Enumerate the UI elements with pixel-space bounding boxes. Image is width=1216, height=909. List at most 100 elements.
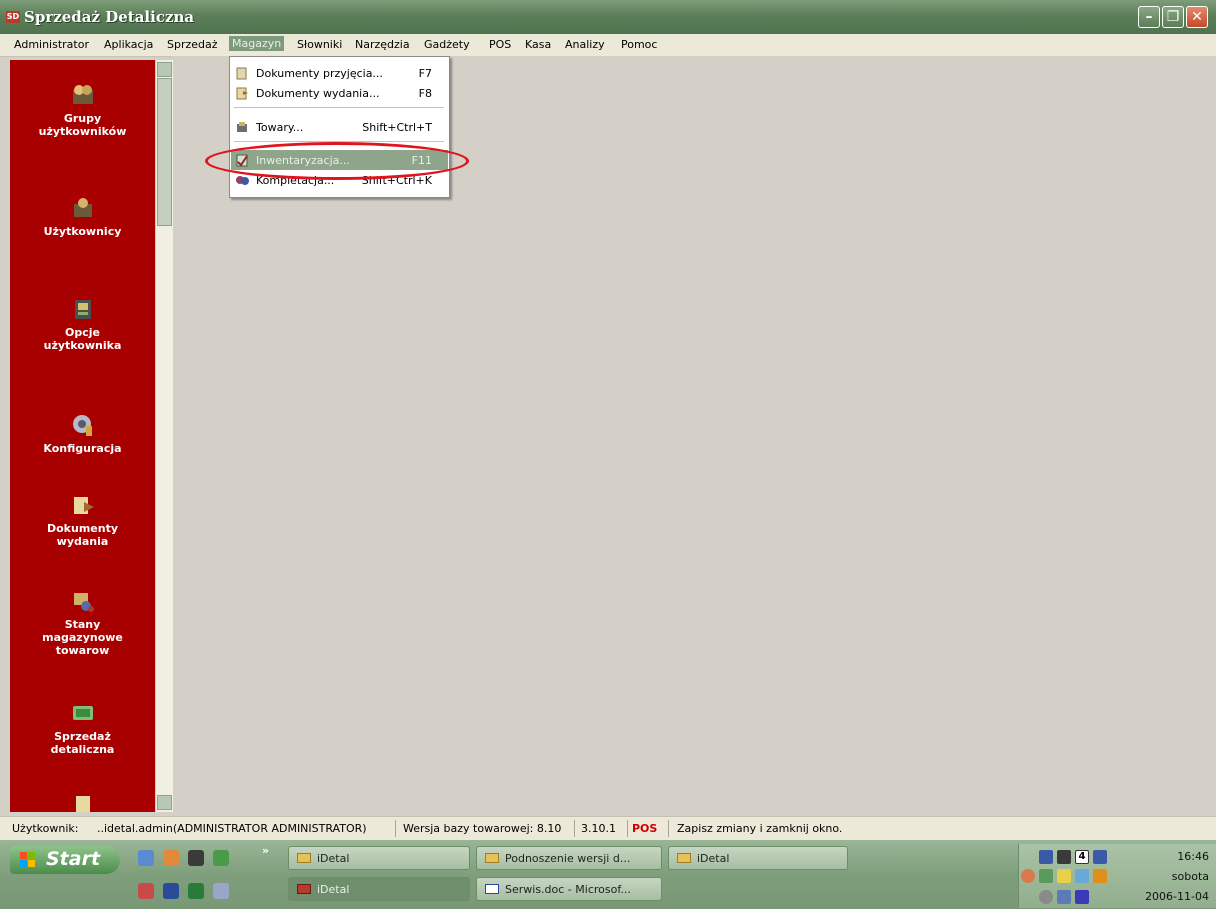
users-icon — [73, 198, 92, 217]
menu-magazyn[interactable]: Magazyn — [229, 36, 285, 51]
menu-item-towary[interactable]: Towary... Shift+Ctrl+T — [231, 117, 448, 137]
tray-shield-icon[interactable] — [1057, 869, 1071, 883]
task-button-idetal-folder-2[interactable]: iDetal — [668, 846, 848, 870]
sidebar-item-uzytkownicy[interactable]: Użytkownicy — [10, 195, 155, 238]
network-icon-2[interactable] — [1093, 850, 1107, 864]
sidebar-item-label: użytkownika — [43, 339, 122, 352]
tray-collapse-icon[interactable] — [1021, 869, 1035, 883]
menu-pos[interactable]: POS — [489, 38, 511, 51]
maximize-button[interactable]: ❐ — [1162, 6, 1184, 28]
sidebar-item-label: użytkowników — [38, 125, 127, 138]
sidebar-item-opcje-uzytkownika[interactable]: Opcje użytkownika — [10, 296, 155, 352]
status-hint: Zapisz zmiany i zamknij okno. — [677, 822, 843, 835]
retail-sale-icon — [72, 706, 93, 720]
sidebar-item-stany-magazynowe[interactable]: Stany magazynowe towarow — [10, 588, 155, 657]
tray-disc-icon[interactable] — [1039, 890, 1053, 904]
clock-day: sobota — [1171, 870, 1209, 883]
system-tray: 4 16:46 sobota 2006-11-04 — [1018, 844, 1216, 908]
folder-icon — [485, 853, 499, 863]
task-button-idetal-app[interactable]: iDetal — [288, 877, 470, 901]
status-divider — [574, 820, 575, 837]
menu-aplikacja[interactable]: Aplikacja — [104, 38, 153, 51]
close-button[interactable]: ✕ — [1186, 6, 1208, 28]
menu-bar: Administrator Aplikacja Sprzedaż Magazyn… — [0, 34, 1216, 57]
tray-app-icon[interactable] — [1057, 850, 1071, 864]
tray-monitor-icon[interactable] — [1075, 869, 1089, 883]
document-receive-icon — [236, 67, 247, 80]
annotation-highlight — [205, 142, 469, 180]
quicklaunch-desktop-icon[interactable] — [213, 850, 229, 866]
start-button[interactable]: Start — [10, 846, 120, 874]
task-button-serwis-doc[interactable]: Serwis.doc - Microsof... — [476, 877, 662, 901]
tray-security-icon[interactable] — [1075, 890, 1089, 904]
sidebar-item-dokumenty-wydania[interactable]: Dokumenty wydania — [10, 492, 155, 548]
menu-analizy[interactable]: Analizy — [565, 38, 605, 51]
status-user-value: ..idetal.admin(ADMINISTRATOR ADMINISTRAT… — [97, 822, 367, 835]
status-db-version: Wersja bazy towarowej: 8.10 — [403, 822, 562, 835]
quicklaunch-chevron[interactable]: » — [262, 844, 269, 857]
menu-sprzedaz[interactable]: Sprzedaż — [167, 38, 218, 51]
goods-icon — [237, 122, 247, 132]
tray-phone-icon[interactable] — [1057, 890, 1071, 904]
quicklaunch-firefox-icon[interactable] — [163, 850, 179, 866]
tray-sun-icon[interactable] — [1093, 869, 1107, 883]
sidebar-item-partial[interactable] — [10, 788, 155, 812]
sidebar-item-label: Użytkownicy — [43, 225, 122, 238]
tray-counter-icon[interactable]: 4 — [1075, 850, 1089, 864]
scroll-down-button[interactable] — [157, 795, 172, 810]
sidebar-scrollbar[interactable] — [155, 60, 173, 812]
sidebar-item-grupy-uzytkownikow[interactable]: Grupy użytkowników — [10, 82, 155, 138]
app-icon: SD — [6, 11, 20, 23]
menu-item-dokumenty-przyjecia[interactable]: Dokumenty przyjęcia... F7 — [231, 63, 448, 83]
folder-icon — [677, 853, 691, 863]
quicklaunch-notepad-icon[interactable] — [213, 883, 229, 899]
minimize-button[interactable]: – — [1138, 6, 1160, 28]
status-user-label: Użytkownik: — [12, 822, 79, 835]
clock-time[interactable]: 16:46 — [1177, 850, 1209, 863]
status-divider — [627, 820, 628, 837]
sidebar-item-label: wydania — [56, 535, 109, 548]
status-divider — [395, 820, 396, 837]
sidebar-item-label: detaliczna — [50, 743, 115, 756]
user-options-icon — [74, 300, 91, 319]
menu-gadzety[interactable]: Gadżety — [424, 38, 470, 51]
status-app-version: 3.10.1 — [581, 822, 616, 835]
quicklaunch-ie-icon[interactable] — [138, 850, 154, 866]
menu-slowniki[interactable]: Słowniki — [297, 38, 342, 51]
scroll-thumb[interactable] — [157, 78, 172, 226]
network-icon[interactable] — [1039, 850, 1053, 864]
menu-pomoc[interactable]: Pomoc — [621, 38, 657, 51]
menu-administrator[interactable]: Administrator — [14, 38, 89, 51]
assembly-icon — [236, 176, 249, 185]
task-button-podnoszenie[interactable]: Podnoszenie wersji d... — [476, 846, 662, 870]
sidebar-item-label: Konfiguracja — [43, 442, 122, 455]
sidebar-item-label: Dokumenty — [46, 522, 119, 535]
quicklaunch-outlook-icon[interactable] — [138, 883, 154, 899]
sidebar-item-label: towarow — [55, 644, 110, 657]
taskbar: Start » iDetal Podnoszenie wersji d... i… — [0, 840, 1216, 909]
quicklaunch-excel-icon[interactable] — [188, 883, 204, 899]
status-divider — [668, 820, 669, 837]
quicklaunch-word-icon[interactable] — [163, 883, 179, 899]
document-icon — [75, 796, 90, 812]
users-group-icon — [72, 85, 93, 104]
menu-separator — [234, 107, 444, 108]
status-pos: POS — [632, 822, 658, 835]
folder-icon — [297, 853, 311, 863]
sidebar: Grupy użytkowników Użytkownicy Opcje uży… — [10, 60, 155, 812]
sidebar-item-sprzedaz-detaliczna[interactable]: Sprzedaż detaliczna — [10, 700, 155, 756]
menu-kasa[interactable]: Kasa — [525, 38, 551, 51]
menu-narzedzia[interactable]: Narzędzia — [355, 38, 410, 51]
sidebar-item-konfiguracja[interactable]: Konfiguracja — [10, 412, 155, 455]
document-issue-icon — [236, 87, 248, 100]
word-doc-icon — [485, 884, 499, 894]
scroll-up-button[interactable] — [157, 62, 172, 77]
menu-item-dokumenty-wydania[interactable]: Dokumenty wydania... F8 — [231, 83, 448, 103]
sidebar-item-label: Sprzedaż — [54, 730, 111, 743]
title-bar: SD Sprzedaż Detaliczna – ❐ ✕ — [0, 0, 1216, 34]
task-button-idetal-folder[interactable]: iDetal — [288, 846, 470, 870]
tray-media-icon[interactable] — [1039, 869, 1053, 883]
quicklaunch-app-icon[interactable] — [188, 850, 204, 866]
status-bar: Użytkownik: ..idetal.admin(ADMINISTRATOR… — [0, 816, 1216, 841]
sidebar-item-label: magazynowe — [42, 631, 123, 644]
